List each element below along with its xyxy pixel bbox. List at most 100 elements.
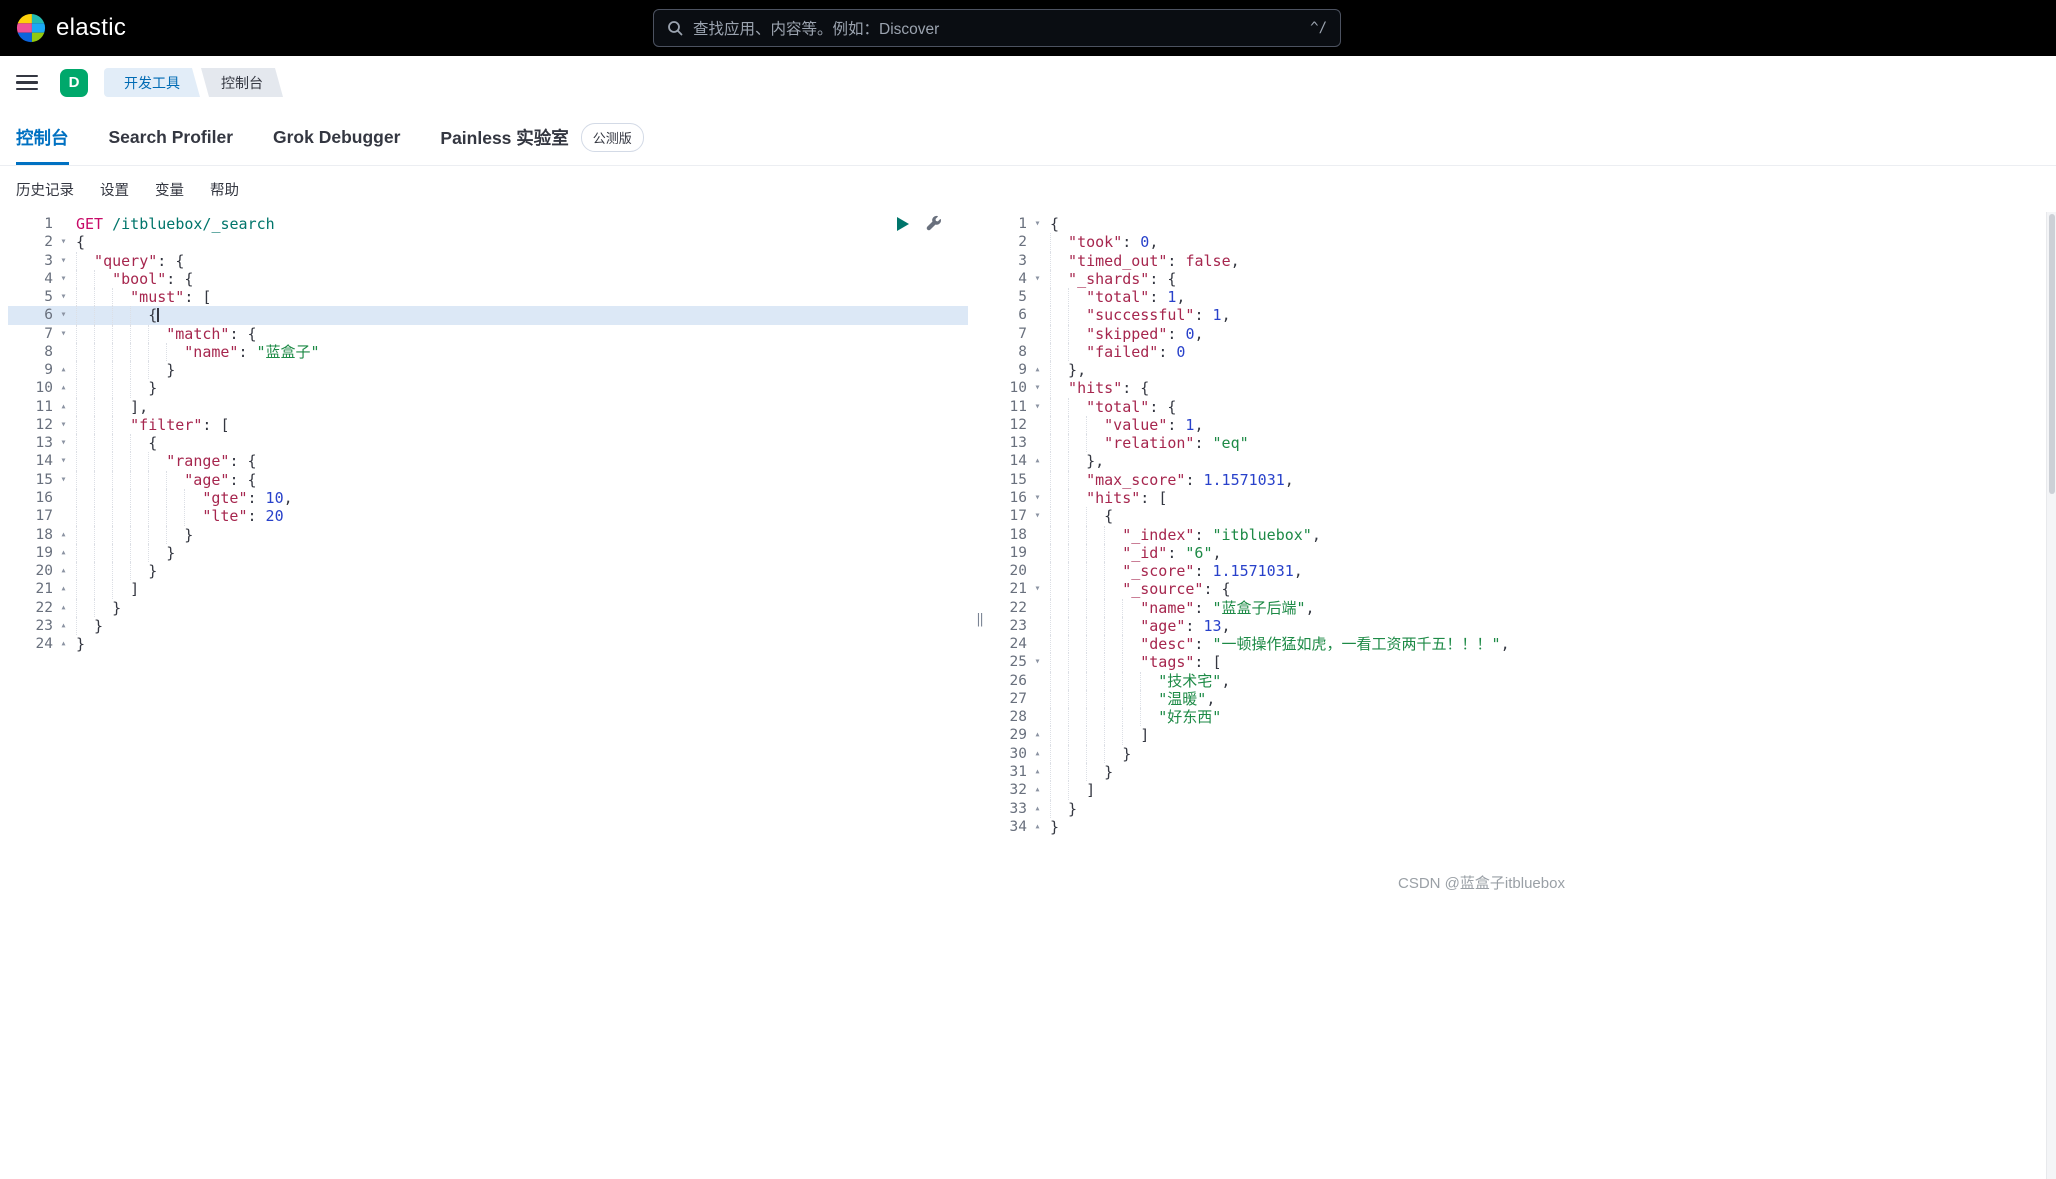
tab-console[interactable]: 控制台 — [16, 109, 69, 165]
response-viewer[interactable]: 1▾{2"took": 0,3"timed_out": false,4▾"_sh… — [992, 212, 2046, 1179]
code-line[interactable]: 20▴} — [8, 562, 968, 580]
code-line[interactable]: 34▴} — [992, 818, 2046, 836]
panel-resizer[interactable]: ‖ — [968, 212, 992, 1179]
request-options-wrench-icon[interactable] — [925, 215, 942, 232]
fold-toggle-icon[interactable]: ▴ — [56, 526, 71, 544]
code-line[interactable]: 22▴} — [8, 599, 968, 617]
fold-toggle-icon[interactable]: ▾ — [1030, 398, 1045, 416]
fold-toggle-icon[interactable]: ▾ — [1030, 379, 1045, 397]
code-line[interactable]: 11▴], — [8, 398, 968, 416]
fold-toggle-icon[interactable]: ▴ — [56, 398, 71, 416]
fold-toggle-icon[interactable]: ▴ — [56, 635, 71, 653]
menu-icon[interactable] — [16, 75, 38, 91]
code-line[interactable]: 12"value": 1, — [992, 416, 2046, 434]
code-line[interactable]: 4▾"_shards": { — [992, 270, 2046, 288]
send-request-play-icon[interactable] — [897, 217, 909, 231]
fold-toggle-icon[interactable]: ▾ — [56, 233, 71, 251]
code-line[interactable]: 12▾"filter": [ — [8, 416, 968, 434]
code-line[interactable]: 16"gte": 10, — [8, 489, 968, 507]
code-line[interactable]: 9▴}, — [992, 361, 2046, 379]
fold-toggle-icon[interactable]: ▴ — [1030, 781, 1045, 799]
fold-toggle-icon[interactable]: ▾ — [1030, 507, 1045, 525]
code-line[interactable]: 8"name": "蓝盒子" — [8, 343, 968, 361]
code-line[interactable]: 22"name": "蓝盒子后端", — [992, 599, 2046, 617]
fold-toggle-icon[interactable]: ▴ — [1030, 763, 1045, 781]
fold-toggle-icon[interactable]: ▴ — [56, 580, 71, 598]
code-line[interactable]: 29▴] — [992, 726, 2046, 744]
fold-toggle-icon[interactable]: ▾ — [56, 252, 71, 270]
code-line[interactable]: 15"max_score": 1.1571031, — [992, 471, 2046, 489]
code-line[interactable]: 21▾"_source": { — [992, 580, 2046, 598]
breadcrumb-dev-tools[interactable]: 开发工具 — [104, 68, 200, 97]
tab-painless-lab[interactable]: Painless 实验室 — [440, 109, 568, 165]
code-line[interactable]: 7"skipped": 0, — [992, 325, 2046, 343]
elastic-logo-group[interactable]: elastic — [0, 13, 126, 43]
code-line[interactable]: 23▴} — [8, 617, 968, 635]
scrollbar-thumb[interactable] — [2049, 214, 2055, 494]
fold-toggle-icon[interactable]: ▴ — [1030, 726, 1045, 744]
code-line[interactable]: 4▾"bool": { — [8, 270, 968, 288]
scrollbar[interactable] — [2046, 212, 2056, 1179]
code-line[interactable]: 33▴} — [992, 800, 2046, 818]
code-line[interactable]: 25▾"tags": [ — [992, 653, 2046, 671]
code-line[interactable]: 30▴} — [992, 745, 2046, 763]
request-editor[interactable]: 1GET /itbluebox/_search2▾{3▾"query": {4▾… — [8, 212, 968, 1179]
code-line[interactable]: 20"_score": 1.1571031, — [992, 562, 2046, 580]
fold-toggle-icon[interactable]: ▴ — [1030, 452, 1045, 470]
fold-toggle-icon[interactable]: ▾ — [56, 434, 71, 452]
code-line[interactable]: 18▴} — [8, 526, 968, 544]
tab-grok-debugger[interactable]: Grok Debugger — [273, 109, 400, 165]
code-line[interactable]: 5"total": 1, — [992, 288, 2046, 306]
code-line[interactable]: 19▴} — [8, 544, 968, 562]
fold-toggle-icon[interactable]: ▾ — [56, 452, 71, 470]
code-line[interactable]: 24"desc": "一顿操作猛如虎，一看工资两千五！！！", — [992, 635, 2046, 653]
fold-toggle-icon[interactable]: ▾ — [1030, 580, 1045, 598]
fold-toggle-icon[interactable]: ▾ — [56, 416, 71, 434]
code-line[interactable]: 2"took": 0, — [992, 233, 2046, 251]
fold-toggle-icon[interactable]: ▾ — [56, 325, 71, 343]
code-line[interactable]: 23"age": 13, — [992, 617, 2046, 635]
toolbar-variables[interactable]: 变量 — [155, 179, 184, 200]
code-line[interactable]: 28"好东西" — [992, 708, 2046, 726]
fold-toggle-icon[interactable]: ▴ — [56, 599, 71, 617]
space-avatar[interactable]: D — [60, 69, 88, 97]
code-line[interactable]: 10▴} — [8, 379, 968, 397]
code-line[interactable]: 27"温暖", — [992, 690, 2046, 708]
fold-toggle-icon[interactable]: ▾ — [1030, 653, 1045, 671]
fold-toggle-icon[interactable]: ▴ — [56, 562, 71, 580]
code-line[interactable]: 26"技术宅", — [992, 672, 2046, 690]
code-line[interactable]: 6▾{ — [8, 306, 968, 324]
fold-toggle-icon[interactable]: ▾ — [56, 288, 71, 306]
code-line[interactable]: 1▾{ — [992, 215, 2046, 233]
toolbar-history[interactable]: 历史记录 — [16, 179, 74, 200]
code-line[interactable]: 5▾"must": [ — [8, 288, 968, 306]
code-line[interactable]: 3"timed_out": false, — [992, 252, 2046, 270]
code-line[interactable]: 18"_index": "itbluebox", — [992, 526, 2046, 544]
code-line[interactable]: 10▾"hits": { — [992, 379, 2046, 397]
code-line[interactable]: 16▾"hits": [ — [992, 489, 2046, 507]
fold-toggle-icon[interactable]: ▴ — [1030, 361, 1045, 379]
fold-toggle-icon[interactable]: ▴ — [1030, 818, 1045, 836]
fold-toggle-icon[interactable]: ▴ — [56, 379, 71, 397]
fold-toggle-icon[interactable]: ▾ — [1030, 270, 1045, 288]
code-line[interactable]: 32▴] — [992, 781, 2046, 799]
fold-toggle-icon[interactable]: ▾ — [56, 270, 71, 288]
toolbar-help[interactable]: 帮助 — [210, 179, 239, 200]
fold-toggle-icon[interactable]: ▾ — [56, 471, 71, 489]
toolbar-settings[interactable]: 设置 — [100, 179, 129, 200]
code-line[interactable]: 2▾{ — [8, 233, 968, 251]
fold-toggle-icon[interactable]: ▾ — [1030, 489, 1045, 507]
code-line[interactable]: 11▾"total": { — [992, 398, 2046, 416]
fold-toggle-icon[interactable]: ▾ — [56, 306, 71, 324]
code-line[interactable]: 15▾"age": { — [8, 471, 968, 489]
fold-toggle-icon[interactable]: ▴ — [56, 544, 71, 562]
code-line[interactable]: 21▴] — [8, 580, 968, 598]
global-search-input[interactable]: 查找应用、内容等。例如：Discover ^/ — [653, 9, 1341, 47]
code-line[interactable]: 14▴}, — [992, 452, 2046, 470]
code-line[interactable]: 8"failed": 0 — [992, 343, 2046, 361]
fold-toggle-icon[interactable]: ▴ — [56, 361, 71, 379]
code-line[interactable]: 1GET /itbluebox/_search — [8, 215, 968, 233]
code-line[interactable]: 17▾{ — [992, 507, 2046, 525]
code-line[interactable]: 17"lte": 20 — [8, 507, 968, 525]
code-line[interactable]: 9▴} — [8, 361, 968, 379]
